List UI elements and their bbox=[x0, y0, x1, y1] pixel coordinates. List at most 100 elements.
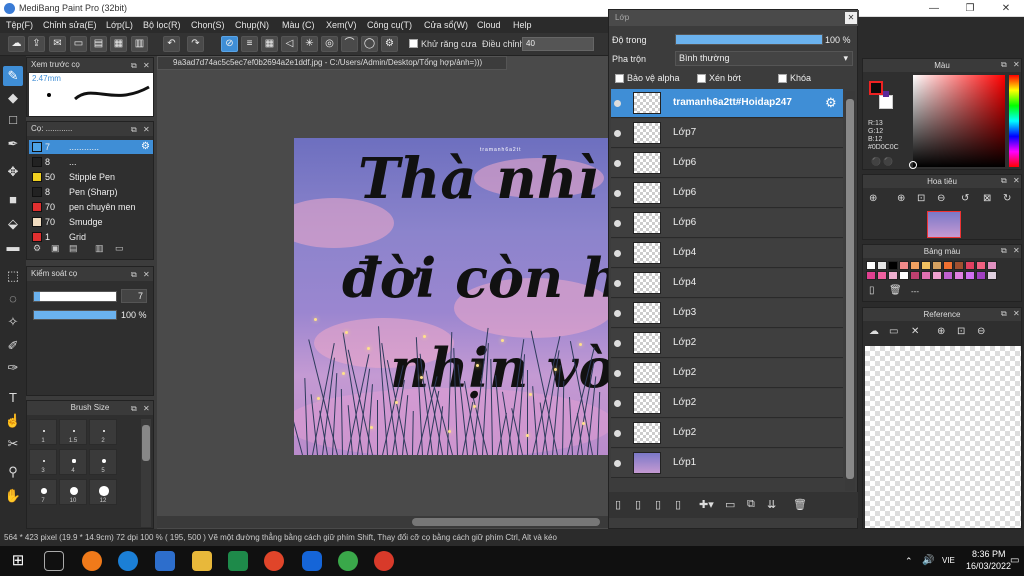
layer-settings-icon[interactable]: ⚙ bbox=[825, 95, 837, 111]
parallel-snap-icon[interactable]: ≡ bbox=[241, 36, 258, 52]
fill-tool-icon[interactable]: ⬙ bbox=[3, 214, 23, 234]
palette-swatch[interactable] bbox=[965, 261, 975, 270]
chat-icon[interactable]: ▭ bbox=[70, 36, 87, 52]
brush-tool-icon[interactable]: ✎ bbox=[3, 66, 23, 86]
eye-icon[interactable] bbox=[614, 370, 621, 377]
select-pen-icon[interactable]: ✐ bbox=[3, 336, 23, 356]
brush-list-item[interactable]: 8... bbox=[29, 155, 153, 169]
eye-icon[interactable] bbox=[614, 340, 621, 347]
volume-icon[interactable]: 🔊 bbox=[922, 555, 934, 566]
eye-icon[interactable] bbox=[614, 400, 621, 407]
ellipse-snap-icon[interactable]: ◯ bbox=[361, 36, 378, 52]
halftone-layer-icon[interactable]: ▯ bbox=[675, 498, 681, 511]
add-layer-menu-icon[interactable]: ✚▾ bbox=[699, 498, 714, 511]
layer-row[interactable]: Lớp4 bbox=[611, 239, 843, 268]
pen-tool-icon[interactable]: ✒ bbox=[3, 134, 23, 154]
reference-close-icon[interactable]: ✕ bbox=[911, 326, 919, 337]
eye-icon[interactable] bbox=[614, 220, 621, 227]
brush-list-item[interactable]: 50 Stipple Pen bbox=[29, 170, 153, 184]
palette-swatch[interactable] bbox=[910, 261, 920, 270]
palette-swatch[interactable] bbox=[866, 261, 876, 270]
brush-add-icon[interactable]: ▤ bbox=[69, 243, 78, 254]
brush-size-cell[interactable]: 5 bbox=[89, 449, 117, 475]
zalo-icon[interactable] bbox=[302, 551, 322, 571]
zoom-in-icon[interactable]: ⊕ bbox=[937, 326, 945, 337]
eye-icon[interactable] bbox=[614, 430, 621, 437]
zoom-out-icon[interactable]: ⊖ bbox=[937, 193, 945, 204]
adjust-dropdown[interactable]: 40 bbox=[522, 37, 594, 51]
popout-icon[interactable]: ⧉ bbox=[1001, 246, 1007, 256]
eye-icon[interactable] bbox=[614, 190, 621, 197]
select-eraser-icon[interactable]: ✑ bbox=[3, 358, 23, 378]
saturation-value-square[interactable] bbox=[913, 75, 1005, 167]
canvas-horizontal-scrollbar[interactable] bbox=[157, 516, 608, 528]
layer-row[interactable]: Lớp6 bbox=[611, 149, 843, 178]
popout-icon[interactable]: ⧉ bbox=[1001, 309, 1007, 319]
tray-chevron-icon[interactable]: ⌃ bbox=[905, 556, 913, 567]
lock-checkbox[interactable] bbox=[778, 74, 787, 83]
palette-swatch[interactable] bbox=[899, 271, 909, 280]
palette-swatch[interactable] bbox=[866, 271, 876, 280]
brush-size-cell[interactable]: 1 bbox=[29, 419, 57, 445]
layer-row[interactable]: Lớp2 bbox=[611, 419, 843, 448]
brush-settings-icon[interactable]: ⚙ bbox=[141, 140, 150, 154]
brush-size-cell[interactable]: 3 bbox=[29, 449, 57, 475]
circle-snap-icon[interactable]: ◎ bbox=[321, 36, 338, 52]
doc-icon[interactable]: ▥ bbox=[131, 36, 148, 52]
palette-swatch[interactable] bbox=[921, 271, 931, 280]
menu-tools[interactable]: Công cụ(T) bbox=[367, 20, 412, 30]
brush-list-item[interactable]: 7............ ⚙ bbox=[29, 140, 153, 154]
layer-row[interactable]: Lớp2 bbox=[611, 359, 843, 388]
palette-swatch[interactable] bbox=[877, 261, 887, 270]
grid-page-icon[interactable]: ▦ bbox=[110, 36, 127, 52]
new-8bit-layer-icon[interactable]: ▯ bbox=[635, 498, 641, 511]
brush-size-cell[interactable]: 10 bbox=[59, 479, 87, 505]
scroll-thumb[interactable] bbox=[412, 518, 600, 526]
close-button[interactable]: ✕ bbox=[988, 0, 1024, 17]
palette-swatch[interactable] bbox=[987, 271, 997, 280]
layer-row[interactable]: Lớp1 bbox=[611, 449, 843, 478]
clock-date[interactable]: 16/03/2022 bbox=[966, 561, 1011, 571]
palette-swatch[interactable] bbox=[954, 271, 964, 280]
menu-window[interactable]: Cửa sổ(W) bbox=[424, 20, 468, 30]
brush-copy-icon[interactable]: ▣ bbox=[51, 243, 60, 254]
palette-delete-icon[interactable]: 🗑 bbox=[889, 285, 902, 296]
minimize-button[interactable]: — bbox=[916, 0, 952, 17]
close-icon[interactable]: ✕ bbox=[1013, 176, 1020, 185]
popout-icon[interactable]: ⧉ bbox=[131, 59, 137, 73]
menu-file[interactable]: Tệp(F) bbox=[6, 20, 33, 30]
rotate-left-icon[interactable]: ↺ bbox=[961, 193, 969, 204]
no-snap-icon[interactable]: ⊘ bbox=[221, 36, 238, 52]
close-icon[interactable]: ✕ bbox=[1013, 309, 1020, 318]
chrome-icon[interactable] bbox=[264, 551, 284, 571]
new-layer-icon[interactable]: ▯ bbox=[615, 498, 621, 511]
layer-opacity-slider[interactable] bbox=[675, 34, 823, 45]
brush-folder-icon[interactable]: ▭ bbox=[115, 243, 124, 254]
antialias-checkbox[interactable] bbox=[409, 39, 418, 48]
canvas-image[interactable]: tramanh6a2tt Thà nhì đời còn h nhịn vờ bbox=[294, 138, 608, 455]
layer-scrollbar[interactable] bbox=[845, 91, 855, 491]
clock-time[interactable]: 8:36 PM bbox=[972, 549, 1006, 559]
popout-icon[interactable]: ⧉ bbox=[131, 402, 137, 416]
palette-swatch[interactable] bbox=[877, 271, 887, 280]
close-icon[interactable]: ✕ bbox=[1013, 246, 1020, 255]
palette-swatch[interactable] bbox=[987, 261, 997, 270]
menu-color[interactable]: Màu (C) bbox=[282, 20, 315, 30]
palette-swatch[interactable] bbox=[921, 261, 931, 270]
brush-size-value[interactable]: 7 bbox=[121, 289, 147, 303]
layer-row[interactable]: Lớp3 bbox=[611, 299, 843, 328]
palette-swatch[interactable] bbox=[932, 261, 942, 270]
layer-row[interactable]: Lớp2 bbox=[611, 329, 843, 358]
maximize-button[interactable]: ❐ bbox=[952, 0, 988, 17]
dot-tool-icon[interactable]: □ bbox=[3, 110, 23, 130]
reset-view-icon[interactable]: ⊠ bbox=[983, 193, 991, 204]
layer-row[interactable]: Lớp7 bbox=[611, 119, 843, 148]
zoom-in-icon[interactable]: ⊕ bbox=[897, 193, 905, 204]
text-tool-icon[interactable]: T bbox=[3, 388, 23, 408]
medibang-icon[interactable] bbox=[374, 551, 394, 571]
layer-row[interactable]: Lớp6 bbox=[611, 179, 843, 208]
palette-swatch[interactable] bbox=[888, 261, 898, 270]
menu-help[interactable]: Help bbox=[513, 20, 532, 30]
lasso-tool-icon[interactable]: ◌ bbox=[3, 289, 23, 309]
windows-start-icon[interactable]: ⊞ bbox=[8, 551, 28, 571]
